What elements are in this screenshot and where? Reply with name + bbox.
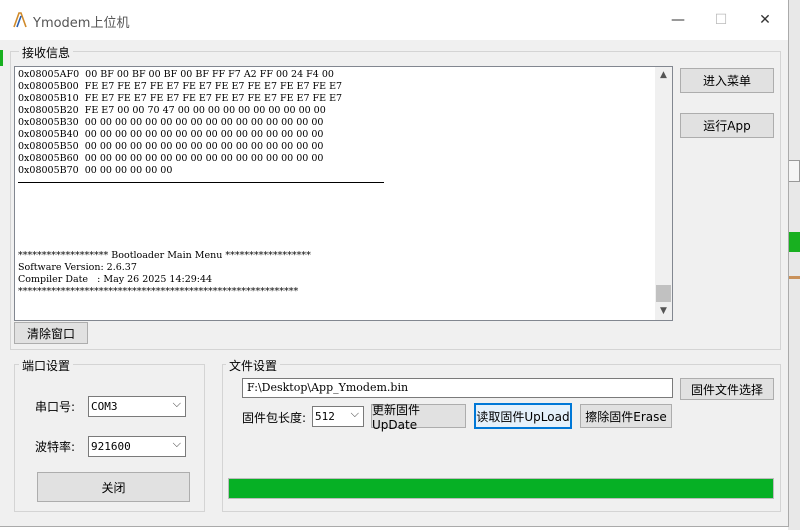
erase-firmware-button[interactable]: 擦除固件Erase — [580, 404, 672, 428]
baud-value: 921600 — [91, 440, 131, 453]
package-length-label: 固件包长度: — [242, 411, 307, 425]
enter-menu-button[interactable]: 进入菜单 — [680, 68, 774, 93]
baud-label: 波特率: — [35, 440, 76, 454]
maximize-button[interactable]: ☐ — [698, 6, 744, 34]
console-separator — [18, 182, 384, 183]
file-group-label: 文件设置 — [226, 357, 281, 374]
background-progress-fragment — [788, 232, 800, 252]
package-length-select[interactable]: 512 ⌵ — [312, 406, 364, 427]
baud-select[interactable]: 921600 ⌵ — [88, 436, 186, 457]
background-window-edge — [788, 0, 800, 530]
receive-console[interactable]: 0x08005AF0 00 BF 00 BF 00 BF 00 BF FF F7… — [14, 66, 673, 321]
background-line-fragment — [788, 276, 800, 279]
progress-bar — [228, 478, 774, 499]
app-window: Ymodem上位机 — ☐ ✕ 接收信息 0x08005AF0 00 BF 00… — [0, 0, 789, 527]
window-title: Ymodem上位机 — [33, 16, 130, 31]
console-scrollbar[interactable]: ▲ ▼ — [655, 67, 672, 320]
file-path-field[interactable]: F:\Desktop\App_Ymodem.bin — [242, 378, 673, 398]
background-button-fragment — [788, 160, 800, 182]
title-bar: Ymodem上位机 — ☐ ✕ — [0, 0, 788, 40]
port-group-label: 端口设置 — [19, 357, 74, 374]
receive-group-label: 接收信息 — [19, 44, 74, 61]
clear-window-button[interactable]: 清除窗口 — [14, 322, 88, 344]
close-icon: ✕ — [759, 12, 771, 28]
port-select[interactable]: COM3 ⌵ — [88, 396, 186, 417]
maximize-icon: ☐ — [714, 12, 728, 28]
package-length-value: 512 — [315, 410, 335, 423]
scroll-down-icon[interactable]: ▼ — [655, 303, 672, 320]
hex-dump-text: 0x08005AF0 00 BF 00 BF 00 BF 00 BF FF F7… — [18, 69, 343, 176]
app-icon — [13, 12, 27, 28]
port-label: 串口号: — [35, 400, 76, 414]
progress-fill — [229, 479, 773, 498]
chevron-down-icon: ⌵ — [172, 437, 181, 450]
update-firmware-button[interactable]: 更新固件UpDate — [371, 403, 466, 432]
bootloader-menu-text: ******************* Bootloader Main Menu… — [18, 250, 311, 297]
chevron-down-icon: ⌵ — [350, 407, 359, 420]
run-app-button[interactable]: 运行App — [680, 113, 774, 138]
close-port-button[interactable]: 关闭 — [37, 472, 190, 502]
scroll-thumb[interactable] — [656, 285, 671, 302]
close-window-button[interactable]: ✕ — [742, 6, 788, 34]
select-firmware-button[interactable]: 固件文件选择 — [680, 378, 774, 400]
port-value: COM3 — [91, 400, 118, 413]
minimize-icon: — — [671, 12, 685, 28]
scroll-up-icon[interactable]: ▲ — [655, 67, 672, 84]
background-edge-fragment — [0, 50, 3, 66]
chevron-down-icon: ⌵ — [172, 397, 181, 410]
upload-firmware-button[interactable]: 读取固件UpLoad — [474, 403, 572, 429]
minimize-button[interactable]: — — [655, 6, 701, 34]
